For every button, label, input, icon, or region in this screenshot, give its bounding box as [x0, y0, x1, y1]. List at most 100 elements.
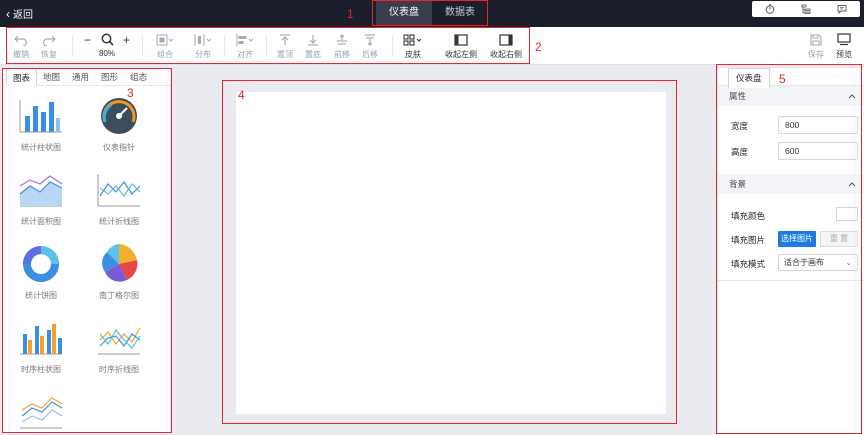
zoom-out-icon[interactable]: −	[84, 33, 91, 47]
widget-gauge[interactable]: 仪表指针	[84, 94, 154, 158]
tab-dashboard-properties[interactable]: 仪表盘	[728, 68, 770, 88]
timer-icon[interactable]	[765, 4, 775, 14]
collapse-left-icon	[454, 33, 468, 46]
canvas-area	[175, 68, 715, 433]
tab-configuration[interactable]: 组态	[124, 68, 153, 85]
preview-button[interactable]: 预览	[829, 31, 859, 60]
widget-time-line-chart[interactable]: 时序折线图	[84, 316, 154, 380]
collapse-right-label: 收起右侧	[490, 50, 522, 59]
divider	[142, 35, 143, 57]
backward-label: 后移	[362, 50, 378, 59]
widget-label: 仪表指针	[103, 143, 135, 152]
component-panel: 图表 地图 通用 图形 组态 统计柱状图 仪表指针 统计面积图 统计折线图 统计…	[2, 68, 170, 433]
distribute-button[interactable]: 分布	[188, 31, 218, 60]
undo-icon	[14, 35, 28, 46]
collapse-right-button[interactable]: 收起右侧	[487, 31, 525, 60]
zoom-in-icon[interactable]: +	[123, 33, 130, 47]
widget-label: 统计面积图	[21, 217, 61, 226]
send-to-bottom-button[interactable]: 置底	[298, 31, 328, 60]
widget-time-bar-chart[interactable]: 时序柱状图	[6, 316, 76, 380]
chevron-left-icon: ‹	[6, 6, 10, 21]
chevron-up-icon	[848, 182, 856, 187]
annotation-number-5: 5	[779, 72, 786, 86]
undo-button[interactable]: 撤销	[6, 31, 36, 60]
align-button[interactable]: 对齐	[230, 31, 260, 60]
redo-button[interactable]: 恢复	[34, 31, 64, 60]
area-chart-icon	[19, 175, 63, 207]
dashboard-canvas[interactable]	[236, 92, 666, 414]
widget-label: 统计柱状图	[21, 143, 61, 152]
chevron-down-icon: ⌄	[845, 258, 852, 267]
tree-icon[interactable]	[801, 4, 811, 14]
mode-tabs: 仪表盘 数据表	[376, 1, 488, 25]
bottom-label: 置底	[305, 50, 321, 59]
widget-label: 时序折线图	[99, 365, 139, 374]
property-tabs: 仪表盘	[718, 68, 864, 88]
top-right-icons	[752, 1, 860, 17]
tab-shapes[interactable]: 图形	[95, 68, 124, 85]
widget-label: 时序柱状图	[21, 365, 61, 374]
widget-bar-chart[interactable]: 统计柱状图	[6, 94, 76, 158]
top-bar: ‹ 返回 仪表盘 数据表	[0, 0, 864, 27]
select-image-button[interactable]: 选择图片	[778, 231, 816, 247]
property-panel: 仪表盘 属性 宽度 800 高度 600 背景 填充颜色 填充图片 选择图片 重…	[718, 68, 864, 435]
fill-mode-select[interactable]: 适合于画布 ⌄	[778, 254, 858, 271]
widget-line-chart[interactable]: 统计折线图	[84, 168, 154, 232]
rose-chart-icon	[102, 244, 138, 282]
divider	[718, 280, 864, 281]
fill-color-label: 填充颜色	[731, 211, 766, 221]
background-section-header[interactable]: 背景	[718, 174, 864, 194]
tab-charts[interactable]: 图表	[6, 68, 38, 86]
tab-maps[interactable]: 地图	[37, 68, 66, 85]
redo-icon	[42, 35, 56, 46]
width-field[interactable]: 800	[778, 116, 858, 134]
group-button[interactable]: 组合	[150, 31, 180, 60]
reset-button[interactable]: 重 置	[820, 231, 858, 247]
redo-label: 恢复	[41, 50, 57, 59]
line-chart-icon	[97, 174, 141, 207]
collapse-left-label: 收起左侧	[445, 50, 477, 59]
background-title: 背景	[729, 179, 747, 189]
widget-line-chart-2[interactable]	[6, 390, 76, 435]
collapse-left-button[interactable]: 收起左侧	[442, 31, 480, 60]
width-label: 宽度	[731, 121, 749, 131]
divider	[266, 35, 267, 57]
fill-image-label: 填充图片	[731, 235, 766, 245]
back-button[interactable]: ‹ 返回	[6, 6, 33, 22]
save-button[interactable]: 保存	[801, 31, 831, 60]
bar-chart-icon	[19, 100, 62, 133]
height-field[interactable]: 600	[778, 142, 858, 160]
fill-color-swatch[interactable]	[836, 207, 858, 221]
divider	[392, 35, 393, 57]
group-icon	[156, 34, 174, 45]
back-label: 返回	[13, 10, 33, 21]
distribute-icon	[194, 33, 212, 46]
tab-dashboard[interactable]: 仪表盘	[376, 1, 432, 25]
donut-chart-icon	[23, 246, 59, 282]
move-forward-button[interactable]: 前移	[327, 31, 357, 60]
skin-button[interactable]: 皮肤	[398, 31, 428, 60]
widget-label: 统计饼图	[25, 291, 57, 300]
bring-to-top-button[interactable]: 置顶	[270, 31, 300, 60]
tab-datasheet[interactable]: 数据表	[432, 1, 488, 25]
widget-rose-chart[interactable]: 南丁格尔图	[84, 242, 154, 306]
fill-mode-label: 填充模式	[731, 259, 766, 269]
to-bottom-icon	[308, 34, 318, 46]
time-bar-chart-icon	[20, 324, 62, 355]
tab-general[interactable]: 通用	[66, 68, 95, 85]
gauge-icon	[101, 98, 137, 134]
comment-icon[interactable]	[837, 4, 847, 14]
move-backward-button[interactable]: 后移	[355, 31, 385, 60]
magnifier-icon[interactable]	[101, 33, 114, 46]
annotation-number-1: 1	[347, 7, 354, 21]
component-tabs: 图表 地图 通用 图形 组态	[2, 68, 170, 86]
undo-label: 撤销	[13, 50, 29, 59]
forward-icon	[337, 33, 347, 45]
properties-section-header[interactable]: 属性	[718, 86, 864, 106]
align-left-icon	[236, 33, 254, 46]
preview-label: 预览	[836, 50, 852, 59]
distribute-label: 分布	[195, 50, 211, 59]
zoom-value: 80%	[98, 49, 115, 58]
widget-pie-chart[interactable]: 统计饼图	[6, 242, 76, 306]
widget-area-chart[interactable]: 统计面积图	[6, 168, 76, 232]
